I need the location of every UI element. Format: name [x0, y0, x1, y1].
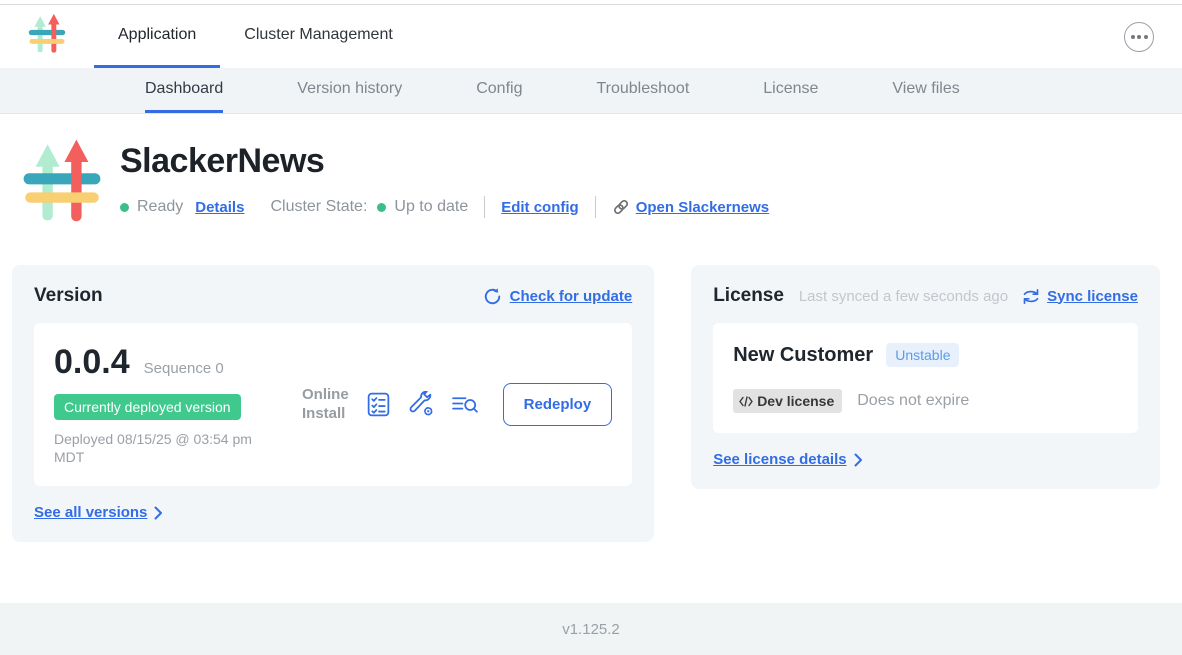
deployed-status-badge: Currently deployed version — [54, 394, 241, 420]
app-status-dot — [120, 203, 129, 212]
license-type-badge: Dev license — [733, 389, 842, 413]
hash-arrows-logo — [28, 13, 66, 55]
chevron-right-icon — [854, 453, 863, 467]
current-version-panel: 0.0.4 Sequence 0 Currently deployed vers… — [34, 323, 632, 486]
tab-config[interactable]: Config — [476, 68, 522, 113]
customer-name: New Customer — [733, 344, 873, 367]
channel-badge: Unstable — [886, 343, 959, 367]
edit-config-link[interactable]: Edit config — [501, 199, 579, 216]
primary-header: Application Cluster Management — [0, 5, 1182, 68]
license-expiry: Does not expire — [857, 392, 969, 410]
page-title: SlackerNews — [120, 142, 769, 181]
divider — [484, 196, 485, 218]
see-license-details-label: See license details — [713, 451, 846, 468]
version-sequence: Sequence 0 — [144, 360, 224, 377]
app-subnav: Dashboard Version history Config Trouble… — [0, 68, 1182, 114]
see-all-versions-label: See all versions — [34, 504, 147, 521]
chevron-right-icon — [154, 506, 163, 520]
cluster-state-dot — [377, 203, 386, 212]
license-details-panel: New Customer Unstable Dev license Does n… — [713, 323, 1138, 433]
main-content: SlackerNews Ready Details Cluster State:… — [0, 114, 1182, 603]
dashboard-cards: Version Check for update 0.0.4 Sequence … — [0, 231, 1182, 542]
checklist-icon[interactable] — [365, 391, 392, 418]
version-number: 0.0.4 — [54, 343, 130, 382]
tab-dashboard[interactable]: Dashboard — [145, 68, 223, 113]
tab-cluster-management[interactable]: Cluster Management — [220, 5, 417, 68]
more-options-button[interactable] — [1124, 22, 1154, 52]
ellipsis-menu-icon — [1131, 35, 1135, 39]
tab-application[interactable]: Application — [94, 5, 220, 68]
tab-view-files[interactable]: View files — [892, 68, 959, 113]
hash-arrows-logo — [22, 138, 102, 226]
open-app-link[interactable]: Open Slackernews — [612, 198, 769, 216]
cluster-state-value: Up to date — [394, 198, 468, 216]
logs-search-icon[interactable] — [451, 391, 479, 418]
refresh-icon — [483, 287, 502, 306]
code-icon — [739, 396, 753, 407]
app-status-text: Ready — [137, 198, 183, 216]
wrench-gear-icon[interactable] — [408, 391, 435, 418]
license-card-title: License — [713, 285, 784, 307]
license-card: License Last synced a few seconds ago Sy… — [691, 265, 1160, 489]
details-link[interactable]: Details — [195, 199, 244, 216]
divider — [595, 196, 596, 218]
open-app-link-label: Open Slackernews — [636, 199, 769, 216]
sync-arrows-icon — [1022, 288, 1040, 305]
license-type-label: Dev license — [757, 393, 834, 409]
tab-version-history[interactable]: Version history — [297, 68, 402, 113]
chain-link-icon — [612, 198, 630, 216]
deployed-timestamp: Deployed 08/15/25 @ 03:54 pm MDT — [54, 430, 279, 466]
app-status-row: Ready Details Cluster State: Up to date … — [120, 196, 769, 218]
sync-license-label: Sync license — [1047, 288, 1138, 305]
version-card-title: Version — [34, 285, 103, 307]
app-logo-small — [28, 13, 66, 60]
sync-license-link[interactable]: Sync license — [1022, 288, 1138, 305]
app-logo-large — [22, 138, 102, 231]
license-last-synced: Last synced a few seconds ago — [799, 288, 1008, 305]
primary-tabs: Application Cluster Management — [94, 5, 417, 68]
check-for-update-label: Check for update — [510, 288, 633, 305]
check-for-update-link[interactable]: Check for update — [483, 287, 633, 306]
version-card: Version Check for update 0.0.4 Sequence … — [12, 265, 654, 542]
console-version: v1.125.2 — [562, 621, 620, 638]
cluster-state-label: Cluster State: — [270, 198, 367, 216]
install-type-label: Online Install — [302, 386, 349, 424]
tab-license[interactable]: License — [763, 68, 818, 113]
see-license-details-link[interactable]: See license details — [713, 451, 862, 468]
footer: v1.125.2 — [0, 603, 1182, 655]
tab-cluster-management-label: Cluster Management — [244, 26, 393, 44]
see-all-versions-link[interactable]: See all versions — [34, 504, 163, 521]
tab-application-label: Application — [118, 26, 196, 44]
tab-troubleshoot[interactable]: Troubleshoot — [596, 68, 689, 113]
redeploy-button[interactable]: Redeploy — [503, 383, 613, 426]
app-header: SlackerNews Ready Details Cluster State:… — [0, 138, 1182, 231]
